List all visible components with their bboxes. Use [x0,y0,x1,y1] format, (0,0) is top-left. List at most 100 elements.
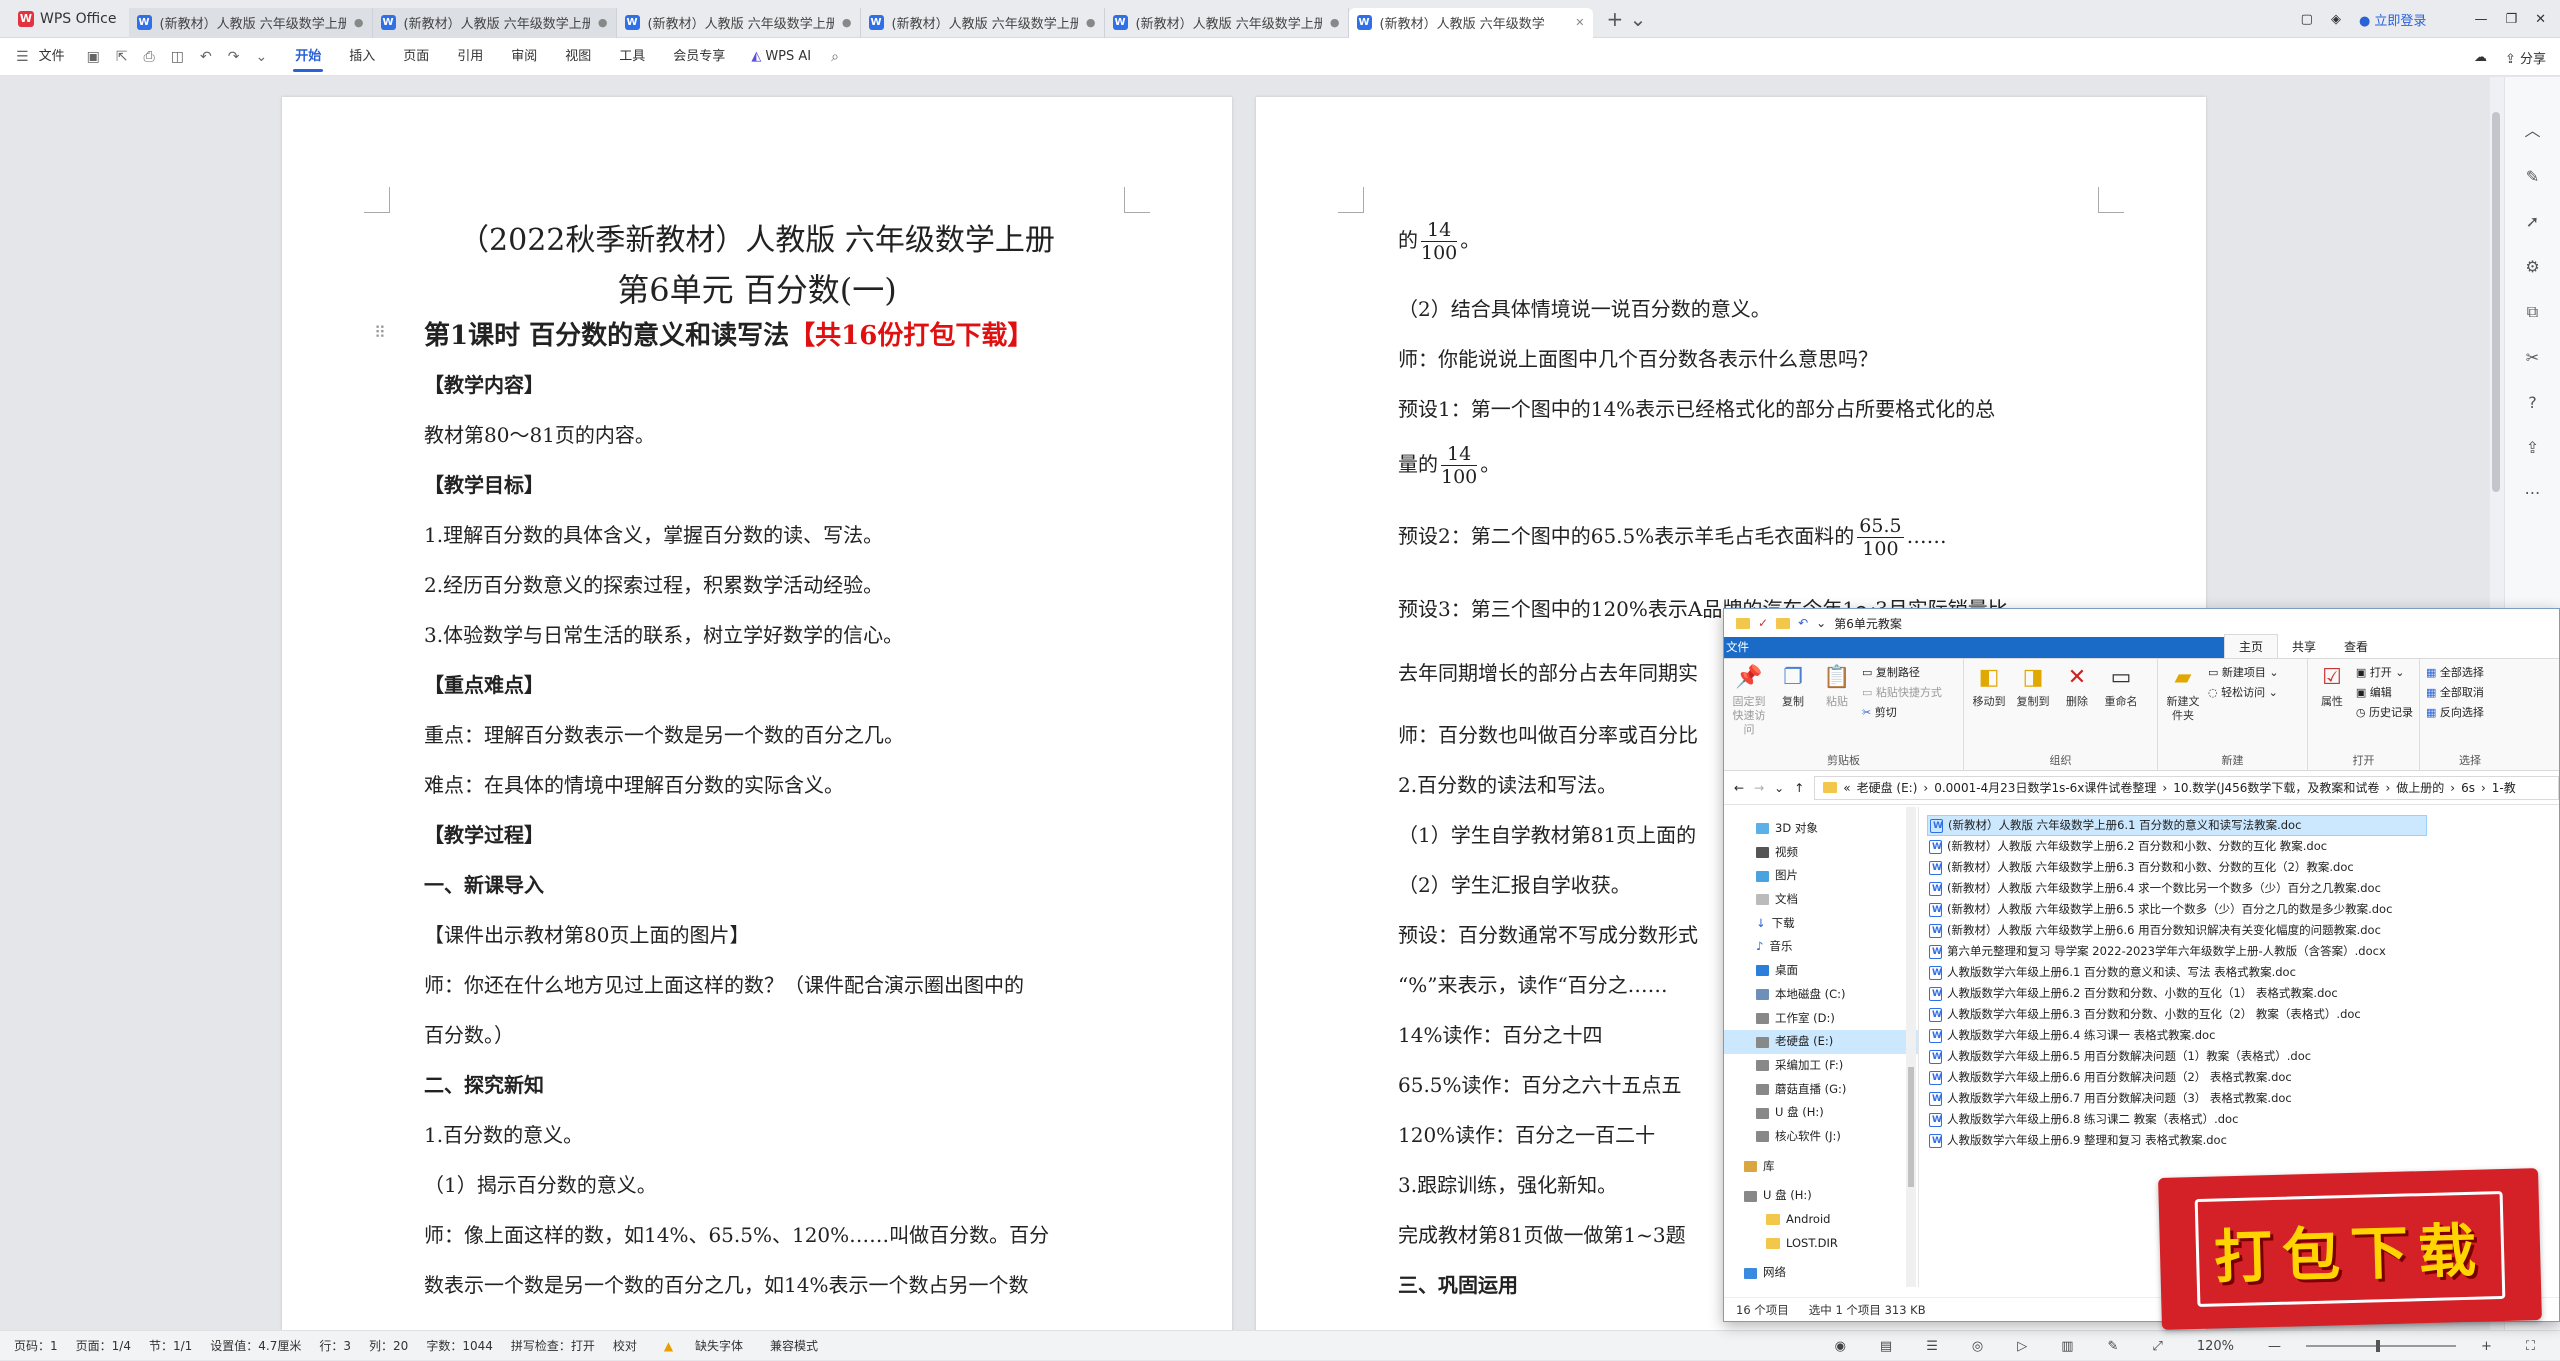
navigation-pane[interactable]: 3D 对象 视频 图片 文档 ↓ 下载 ♪ 音乐 桌面 本地磁盘 (C:) 工作室 … [1724,807,1919,1287]
download-stamp[interactable]: 打包下载 [2158,1168,2542,1330]
breadcrumb-item[interactable]: 老硬盘 (E:) [1857,779,1918,796]
web-view-icon[interactable]: ◎ [1963,1339,1992,1354]
explorer-titlebar[interactable]: ✓ ↶ ⌄ 第6单元教案 [1724,609,2559,637]
tab-insert[interactable]: 插入 [335,38,389,76]
nav-item[interactable]: 图片 [1724,864,1918,888]
file-menu[interactable]: 文件 [37,38,79,76]
file-item[interactable]: (新教材）人教版 六年级数学上册6.3 百分数和小数、分数的互化（2）教案.do… [1927,857,2427,879]
select-none-button[interactable]: ▦ 全部取消 [2426,683,2514,703]
file-item[interactable]: 人教版数学六年级上册6.3 百分数和分数、小数的互化（2） 教案（表格式）.do… [1927,1004,2427,1026]
invert-selection-button[interactable]: ▦ 反向选择 [2426,703,2514,723]
status-page[interactable]: 页码：1 [0,1337,67,1354]
status-setting[interactable]: 设置值：4.7厘米 [201,1337,310,1354]
scrollbar-thumb[interactable] [2492,112,2500,492]
play-icon[interactable]: ▷ [2008,1339,2036,1354]
file-item-selected[interactable]: (新教材）人教版 六年级数学上册6.1 百分数的意义和读写法教案.doc [1927,815,2427,837]
status-col[interactable]: 列：20 [360,1337,417,1354]
properties-button[interactable]: ☑ 属性 [2314,663,2350,709]
login-button[interactable]: ● 立即登录 [2359,10,2427,29]
save-icon[interactable]: ▣ [79,49,108,65]
collapse-icon[interactable]: ︿ [2524,117,2540,141]
tab-references[interactable]: 引用 [443,38,497,76]
nav-item[interactable]: 采编加工 (F:) [1724,1054,1918,1078]
eye-icon[interactable]: ◉ [1826,1339,1855,1354]
copy-button[interactable]: ❐ 复制 [1774,663,1812,709]
file-item[interactable]: (新教材）人教版 六年级数学上册6.2 百分数和小数、分数的互化 教案.doc [1927,836,2427,858]
tools-icon[interactable]: ✂ [2526,348,2539,367]
wps-ai-button[interactable]: ◭ WPS AI [739,49,823,64]
minimize-icon[interactable]: — [2474,12,2487,27]
move-to-button[interactable]: ◧ 移动到 [1970,663,2008,709]
select-icon[interactable]: ➚ [2526,212,2539,231]
undo-icon[interactable]: ↶ [1798,616,1808,630]
breadcrumb-item[interactable]: 10.数学(J456数学下载，及教案和试卷 [2173,779,2379,796]
nav-item[interactable]: 3D 对象 [1724,817,1918,841]
skin-icon[interactable]: ◈ [2331,12,2341,27]
preview-icon[interactable]: ◫ [163,49,192,65]
restore-icon[interactable]: ❐ [2505,12,2517,27]
file-item[interactable]: (新教材）人教版 六年级数学上册6.5 求比一个数多（少）百分之几的数是多少教案… [1927,899,2427,921]
close-icon[interactable]: ● [598,16,608,29]
outline-icon[interactable]: ☰ [1917,1339,1947,1354]
zoom-out-icon[interactable]: — [2259,1339,2290,1354]
status-proofread[interactable]: 校对 [604,1337,646,1354]
document-tab-active[interactable]: W (新教材）人教版 六年级数学 ✕ [1348,7,1593,38]
file-item[interactable]: 人教版数学六年级上册6.6 用百分数解决问题（2） 表格式教案.doc [1927,1067,2427,1089]
select-all-button[interactable]: ▦ 全部选择 [2426,663,2514,683]
recent-icon[interactable]: ⌄ [1774,781,1784,795]
nav-scrollbar[interactable] [1906,807,1916,1287]
page-view-icon[interactable]: ▤ [1871,1339,1901,1354]
file-item[interactable]: 人教版数学六年级上册6.4 练习课一 表格式教案.doc [1927,1025,2427,1047]
tab-tools[interactable]: 工具 [605,38,659,76]
window-layout-icon[interactable]: ▢ [2301,12,2313,27]
breadcrumb-item[interactable]: 做上册的 [2396,779,2444,796]
fit-icon[interactable]: ⤢ [2143,1339,2171,1354]
nav-item[interactable]: 本地磁盘 (C:) [1724,983,1918,1007]
file-item[interactable]: 人教版数学六年级上册6.5 用百分数解决问题（1）教案（表格式）.doc [1927,1046,2427,1068]
nav-item[interactable]: U 盘 (H:) [1724,1101,1918,1125]
close-icon[interactable]: ● [1330,16,1340,29]
new-folder-icon[interactable] [1776,617,1791,629]
status-wordcount[interactable]: 字数：1044 [417,1337,502,1354]
read-icon[interactable]: ▥ [2052,1339,2082,1354]
close-icon[interactable]: ● [842,16,852,29]
edit-icon[interactable]: ✎ [2099,1339,2128,1354]
breadcrumb-item[interactable]: 0.0001-4月23日数学1s-6x课件试卷整理 [1934,779,2156,796]
scrollbar-thumb[interactable] [1908,1067,1914,1187]
nav-item[interactable]: 文档 [1724,888,1918,912]
nav-item[interactable]: U 盘 (H:) [1724,1184,1918,1208]
document-tab[interactable]: W (新教材）人教版 六年级数学上册 ● [861,7,1105,38]
tab-home[interactable]: 主页 [2224,634,2279,658]
file-item[interactable]: 人教版数学六年级上册6.7 用百分数解决问题（3） 表格式教案.doc [1927,1088,2427,1110]
status-section[interactable]: 节：1/1 [140,1337,201,1354]
open-button[interactable]: ▣ 打开 ⌄ [2356,663,2413,683]
new-tab-icon[interactable]: + ⌄ [1607,7,1647,31]
zoom-in-icon[interactable]: + [2472,1339,2501,1354]
rename-button[interactable]: ▭ 重命名 [2102,663,2140,709]
help-icon[interactable]: ? [2528,393,2537,412]
forward-icon[interactable]: → [1754,781,1764,795]
paste-shortcut-button[interactable]: ▭ 粘贴快捷方式 [1862,683,1942,703]
more-icon[interactable]: ⌄ [247,49,275,65]
status-spellcheck[interactable]: 拼写检查：打开 [502,1337,604,1354]
file-item[interactable]: 人教版数学六年级上册6.2 百分数和分数、小数的互化（1） 表格式教案.doc [1927,983,2427,1005]
fullscreen-icon[interactable]: ⛶ [2517,1339,2544,1354]
zoom-slider[interactable] [2305,1340,2456,1352]
tab-share[interactable]: 共享 [2278,635,2330,658]
tab-file[interactable]: 文件 [1724,637,2224,658]
cut-button[interactable]: ✂ 剪切 [1862,703,1942,723]
delete-button[interactable]: ✕ 删除 [2058,663,2096,709]
copy-path-button[interactable]: ▭ 复制路径 [1862,663,1942,683]
wps-home-tab[interactable]: W WPS Office [0,0,129,38]
breadcrumb-item[interactable]: 6s [2461,781,2475,795]
export-icon[interactable]: ⇱ [108,49,136,65]
tab-member[interactable]: 会员专享 [659,38,739,76]
close-icon[interactable]: ● [354,16,364,29]
page-1[interactable]: （2022秋季新教材）人教版 六年级数学上册 第6单元 百分数(一) ⠿ 第1课… [282,97,1232,1330]
nav-item[interactable]: ♪ 音乐 [1724,935,1918,959]
address-bar[interactable]: « 老硬盘 (E:) › 0.0001-4月23日数学1s-6x课件试卷整理 › 1… [1814,775,2559,800]
nav-item[interactable]: ↓ 下载 [1724,912,1918,936]
share-icon[interactable]: ⇪ [2526,438,2539,457]
new-folder-button[interactable]: ▰ 新建文件夹 [2164,663,2202,723]
close-window-icon[interactable]: ✕ [2535,12,2546,27]
